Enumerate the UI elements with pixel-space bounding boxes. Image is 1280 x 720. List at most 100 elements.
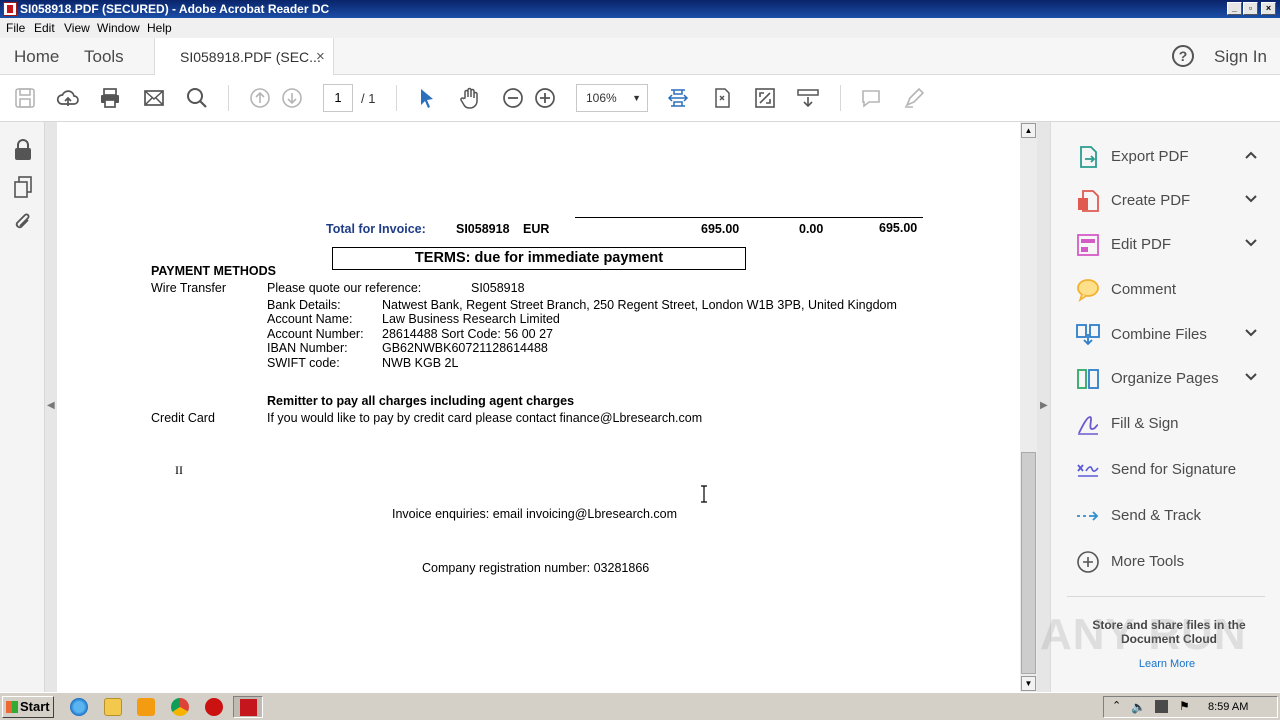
total-tax: 0.00 xyxy=(799,222,824,236)
previous-page-icon[interactable] xyxy=(248,86,272,110)
system-tray: ⌃ 🔈 ⚑ xyxy=(1103,696,1278,718)
credit-card-text: If you would like to pay by credit card … xyxy=(267,411,703,425)
save-icon[interactable] xyxy=(13,86,37,110)
zoom-in-icon[interactable] xyxy=(533,86,557,110)
chevron-down-icon[interactable] xyxy=(1243,325,1259,341)
search-icon[interactable] xyxy=(185,86,209,110)
tool-fill-sign[interactable]: Fill & Sign xyxy=(1075,409,1265,439)
internet-explorer-icon[interactable] xyxy=(70,698,88,716)
iban-label: IBAN Number: xyxy=(267,341,348,355)
edit-pdf-icon xyxy=(1077,234,1099,256)
tab-bar: Home Tools SI058918.PDF (SEC... × ? Sign… xyxy=(0,38,1280,75)
chrome-icon[interactable] xyxy=(171,698,189,716)
clock[interactable]: 8:59 AM xyxy=(1208,701,1248,713)
window-title: SI058918.PDF (SECURED) - Adobe Acrobat R… xyxy=(20,2,330,16)
chevron-down-icon[interactable] xyxy=(1243,235,1259,251)
payment-methods-heading: PAYMENT METHODS xyxy=(151,264,277,278)
windows-taskbar: Start ⌃ 🔈 ⚑ 8:59 AM xyxy=(0,692,1280,720)
comment-icon[interactable] xyxy=(859,86,883,110)
zoom-level-dropdown[interactable]: 106% ▼ xyxy=(576,84,648,112)
text-cursor-icon xyxy=(701,485,707,503)
tab-home[interactable]: Home xyxy=(14,47,59,67)
chevron-down-icon[interactable] xyxy=(1243,191,1259,207)
account-number-value: 28614488 Sort Code: 56 00 27 xyxy=(382,327,553,341)
scroll-up-arrow-icon[interactable]: ▲ xyxy=(1021,123,1036,138)
next-page-icon[interactable] xyxy=(280,86,304,110)
tool-label: Send for Signature xyxy=(1111,461,1237,478)
company-registration: Company registration number: 03281866 xyxy=(422,561,650,575)
start-button[interactable]: Start xyxy=(2,696,54,718)
select-cursor-icon[interactable] xyxy=(415,86,439,110)
lock-icon[interactable] xyxy=(12,138,34,162)
pdf-page: Total for Invoice: SI058918 EUR 695.00 0… xyxy=(57,122,1020,692)
vertical-scrollbar[interactable]: ▲ ▼ xyxy=(1020,122,1037,692)
document-viewport[interactable]: Total for Invoice: SI058918 EUR 695.00 0… xyxy=(45,122,1050,692)
invoice-enquiries: Invoice enquiries: email invoicing@Lbres… xyxy=(392,507,678,521)
menu-edit[interactable]: Edit xyxy=(34,21,55,35)
full-screen-icon[interactable] xyxy=(753,86,777,110)
account-name-label: Account Name: xyxy=(267,312,353,326)
volume-icon[interactable]: 🔈 xyxy=(1131,700,1146,714)
menu-window[interactable]: Window xyxy=(97,21,140,35)
page-number-input[interactable]: 1 xyxy=(323,84,353,112)
cloud-upload-icon[interactable] xyxy=(56,86,80,110)
left-navigation-rail xyxy=(0,122,45,692)
total-net: 695.00 xyxy=(701,222,740,236)
opera-icon[interactable] xyxy=(205,698,223,716)
swift-value: NWB KGB 2L xyxy=(382,356,459,370)
send-track-arrow-icon xyxy=(1077,511,1099,521)
scrollbar-thumb[interactable] xyxy=(1021,452,1036,674)
collapse-left-pane-icon[interactable]: ◀ xyxy=(47,400,55,411)
highlight-pen-icon[interactable] xyxy=(902,86,926,110)
tool-send-track[interactable]: Send & Track xyxy=(1075,501,1265,531)
tray-expand-icon[interactable]: ⌃ xyxy=(1112,699,1121,712)
tool-organize-pages[interactable]: Organize Pages xyxy=(1075,364,1265,394)
tool-create-pdf[interactable]: Create PDF xyxy=(1075,186,1265,216)
menu-view[interactable]: View xyxy=(64,21,90,35)
remitter-note: Remitter to pay all charges including ag… xyxy=(267,394,575,408)
minimize-button[interactable]: _ xyxy=(1227,2,1242,15)
credit-card-label: Credit Card xyxy=(151,411,215,425)
terms-box: TERMS: due for immediate payment xyxy=(332,247,746,270)
tool-more-tools[interactable]: More Tools xyxy=(1075,547,1265,577)
fill-sign-pen-icon xyxy=(1078,416,1099,435)
menu-help[interactable]: Help xyxy=(147,21,172,35)
tool-edit-pdf[interactable]: Edit PDF xyxy=(1075,230,1265,260)
menu-file[interactable]: File xyxy=(6,21,25,35)
zoom-out-icon[interactable] xyxy=(501,86,525,110)
invoice-number: SI058918 xyxy=(456,222,510,236)
file-explorer-icon[interactable] xyxy=(104,698,122,716)
pages-thumbnail-icon[interactable] xyxy=(12,175,34,199)
email-icon[interactable] xyxy=(142,86,166,110)
acrobat-app-icon xyxy=(3,2,17,16)
tool-combine-files[interactable]: Combine Files xyxy=(1075,320,1265,350)
fit-width-icon[interactable] xyxy=(666,86,690,110)
chevron-down-icon[interactable] xyxy=(1243,369,1259,385)
sign-in-link[interactable]: Sign In xyxy=(1214,47,1267,67)
zoom-level-value: 106% xyxy=(586,91,617,105)
fit-page-icon[interactable] xyxy=(710,86,734,110)
action-center-flag-icon[interactable]: ⚑ xyxy=(1179,699,1190,713)
tab-document[interactable]: SI058918.PDF (SEC... × xyxy=(154,38,334,75)
tool-send-for-signature[interactable]: Send for Signature xyxy=(1075,455,1265,485)
tool-comment[interactable]: Comment xyxy=(1075,275,1265,305)
acrobat-taskbar-button[interactable] xyxy=(233,696,263,718)
media-player-icon[interactable] xyxy=(137,698,155,716)
combine-files-icon xyxy=(1076,324,1100,346)
attachment-paperclip-icon[interactable] xyxy=(12,211,34,235)
restore-button[interactable]: ▫ xyxy=(1243,2,1258,15)
hand-tool-icon[interactable] xyxy=(458,86,482,110)
print-icon[interactable] xyxy=(98,86,122,110)
help-icon[interactable]: ? xyxy=(1172,45,1194,67)
close-tab-icon[interactable]: × xyxy=(316,48,325,65)
scroll-down-arrow-icon[interactable]: ▼ xyxy=(1021,676,1036,691)
scroll-mode-icon[interactable] xyxy=(796,86,820,110)
tool-export-pdf[interactable]: Export PDF xyxy=(1075,142,1265,172)
tool-label: More Tools xyxy=(1111,553,1185,570)
tool-label: Edit PDF xyxy=(1111,236,1172,253)
close-window-button[interactable]: × xyxy=(1261,2,1276,15)
collapse-right-pane-icon[interactable]: ▶ xyxy=(1040,400,1048,411)
network-icon[interactable] xyxy=(1155,700,1168,713)
chevron-up-icon[interactable] xyxy=(1243,147,1259,163)
tab-tools[interactable]: Tools xyxy=(84,47,124,67)
